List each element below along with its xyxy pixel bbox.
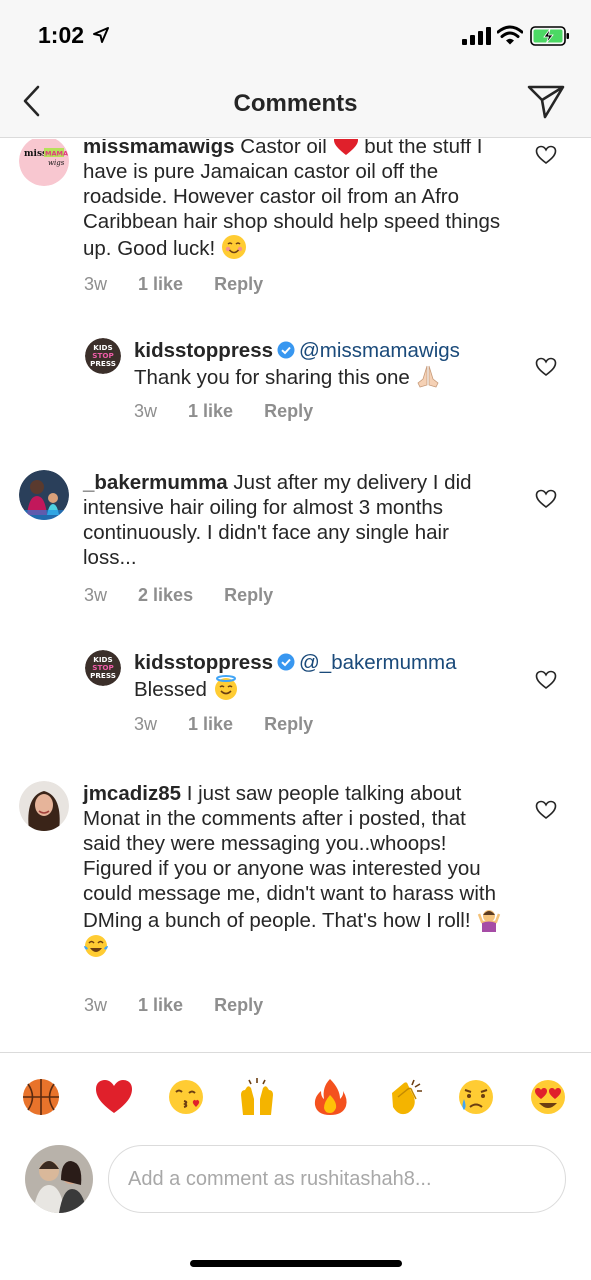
verified-badge-icon — [277, 653, 295, 671]
avatar-logo-text: PRESS — [90, 359, 116, 368]
reply-button[interactable]: Reply — [264, 714, 313, 734]
comment-meta: 3w 1 like Reply — [134, 401, 339, 422]
status-time: 1:02 — [38, 22, 85, 48]
comment-text: Blessed — [134, 678, 207, 701]
comments-list: miss MAMA wigs missmamawigs Castor oil b… — [0, 139, 591, 1051]
comment-body: kidsstoppress @_bakermumma Blessed — [134, 650, 534, 702]
like-heart-icon[interactable] — [535, 670, 557, 690]
comment-body: missmamawigs Castor oil but the stuff I … — [83, 139, 513, 261]
avatar-logo-text: PRESS — [90, 671, 116, 680]
avatar[interactable]: KIDS STOP PRESS — [85, 338, 121, 374]
comment-item: miss MAMA wigs missmamawigs Castor oil b… — [0, 139, 591, 294]
comment-likes[interactable]: 1 like — [188, 714, 233, 734]
status-bar: 1:02 — [0, 0, 591, 72]
avatar[interactable]: miss MAMA wigs — [19, 139, 69, 186]
nav-bar: Comments — [0, 72, 591, 138]
kiss-face-icon[interactable] — [166, 1077, 206, 1117]
quick-emoji-bar — [0, 1052, 591, 1142]
heart-eyes-icon[interactable] — [528, 1077, 568, 1117]
location-arrow-icon — [93, 27, 109, 43]
comment-text: Thank you for sharing this one — [134, 366, 410, 389]
halo-face-emoji-icon — [214, 675, 237, 700]
comment-mention[interactable]: @_bakermumma — [299, 651, 457, 674]
reply-button[interactable]: Reply — [224, 585, 273, 605]
crying-face-icon[interactable] — [456, 1077, 496, 1117]
reply-button[interactable]: Reply — [264, 401, 313, 421]
comment-text: Castor oil — [240, 139, 327, 158]
comment-mention[interactable]: @missmamawigs — [299, 339, 460, 362]
reply-button[interactable]: Reply — [214, 995, 263, 1015]
comment-likes[interactable]: 1 like — [188, 401, 233, 421]
comment-username[interactable]: jmcadiz85 — [83, 782, 181, 805]
comment-time: 3w — [84, 995, 108, 1015]
comment-username[interactable]: _bakermumma — [83, 471, 228, 494]
raised-hands-icon[interactable] — [237, 1077, 277, 1117]
user-avatar[interactable] — [25, 1145, 93, 1213]
red-heart-emoji-icon — [333, 139, 358, 155]
fire-icon[interactable] — [310, 1077, 350, 1117]
tears-of-joy-emoji-icon — [84, 935, 108, 957]
person-shrugging-emoji-icon — [478, 910, 501, 932]
comment-username[interactable]: kidsstoppress — [134, 651, 273, 674]
comment-input-placeholder: Add a comment as rushitashah8... — [128, 1168, 432, 1190]
like-heart-icon[interactable] — [535, 800, 557, 820]
comment-time: 3w — [84, 585, 108, 605]
clapping-hands-icon[interactable] — [384, 1077, 424, 1117]
like-heart-icon[interactable] — [535, 145, 557, 165]
verified-badge-icon — [277, 341, 295, 359]
avatar-logo-text: wigs — [48, 159, 65, 167]
comment-body: kidsstoppress @missmamawigs Thank you for… — [134, 338, 534, 390]
comment-meta: 3w 1 like Reply — [84, 995, 289, 1016]
direct-share-icon[interactable] — [526, 84, 566, 120]
wifi-icon — [497, 25, 523, 45]
basketball-icon[interactable] — [21, 1077, 61, 1117]
reply-button[interactable]: Reply — [214, 274, 263, 294]
comment-meta: 3w 1 like Reply — [84, 274, 289, 295]
comment-username[interactable]: missmamawigs — [83, 139, 235, 158]
comment-username[interactable]: kidsstoppress — [134, 339, 273, 362]
like-heart-icon[interactable] — [535, 357, 557, 377]
folded-hands-emoji-icon — [417, 365, 439, 388]
comment-time: 3w — [134, 401, 158, 421]
comment-reply-item: KIDS STOP PRESS kidsstoppress @missmamawi… — [0, 335, 591, 435]
comment-likes[interactable]: 1 like — [138, 274, 183, 294]
comment-body: _bakermumma Just after my delivery I did… — [83, 470, 498, 570]
cellular-signal-icon — [462, 27, 491, 45]
avatar[interactable]: KIDS STOP PRESS — [85, 650, 121, 686]
comment-item: jmcadiz85 I just saw people talking abou… — [0, 781, 591, 1031]
comment-time: 3w — [84, 274, 108, 294]
avatar-logo-text: miss — [24, 149, 47, 159]
comment-likes[interactable]: 1 like — [138, 995, 183, 1015]
comment-time: 3w — [134, 714, 158, 734]
like-heart-icon[interactable] — [535, 489, 557, 509]
battery-charging-icon — [530, 26, 569, 46]
avatar-logo-text: MAMA — [45, 150, 68, 158]
comment-meta: 3w 2 likes Reply — [84, 585, 299, 606]
comment-input[interactable]: Add a comment as rushitashah8... — [108, 1145, 566, 1213]
avatar[interactable] — [19, 781, 69, 831]
page-title: Comments — [233, 90, 358, 117]
comment-likes[interactable]: 2 likes — [138, 585, 193, 605]
avatar[interactable] — [19, 470, 69, 520]
smiling-face-emoji-icon — [221, 235, 246, 259]
comment-item: _bakermumma Just after my delivery I did… — [0, 469, 591, 619]
comment-meta: 3w 1 like Reply — [134, 714, 339, 735]
heart-icon[interactable] — [94, 1077, 134, 1117]
comment-body: jmcadiz85 I just saw people talking abou… — [83, 781, 503, 960]
comment-reply-item: KIDS STOP PRESS kidsstoppress @_bakermumm… — [0, 649, 591, 749]
home-indicator[interactable] — [190, 1260, 402, 1267]
